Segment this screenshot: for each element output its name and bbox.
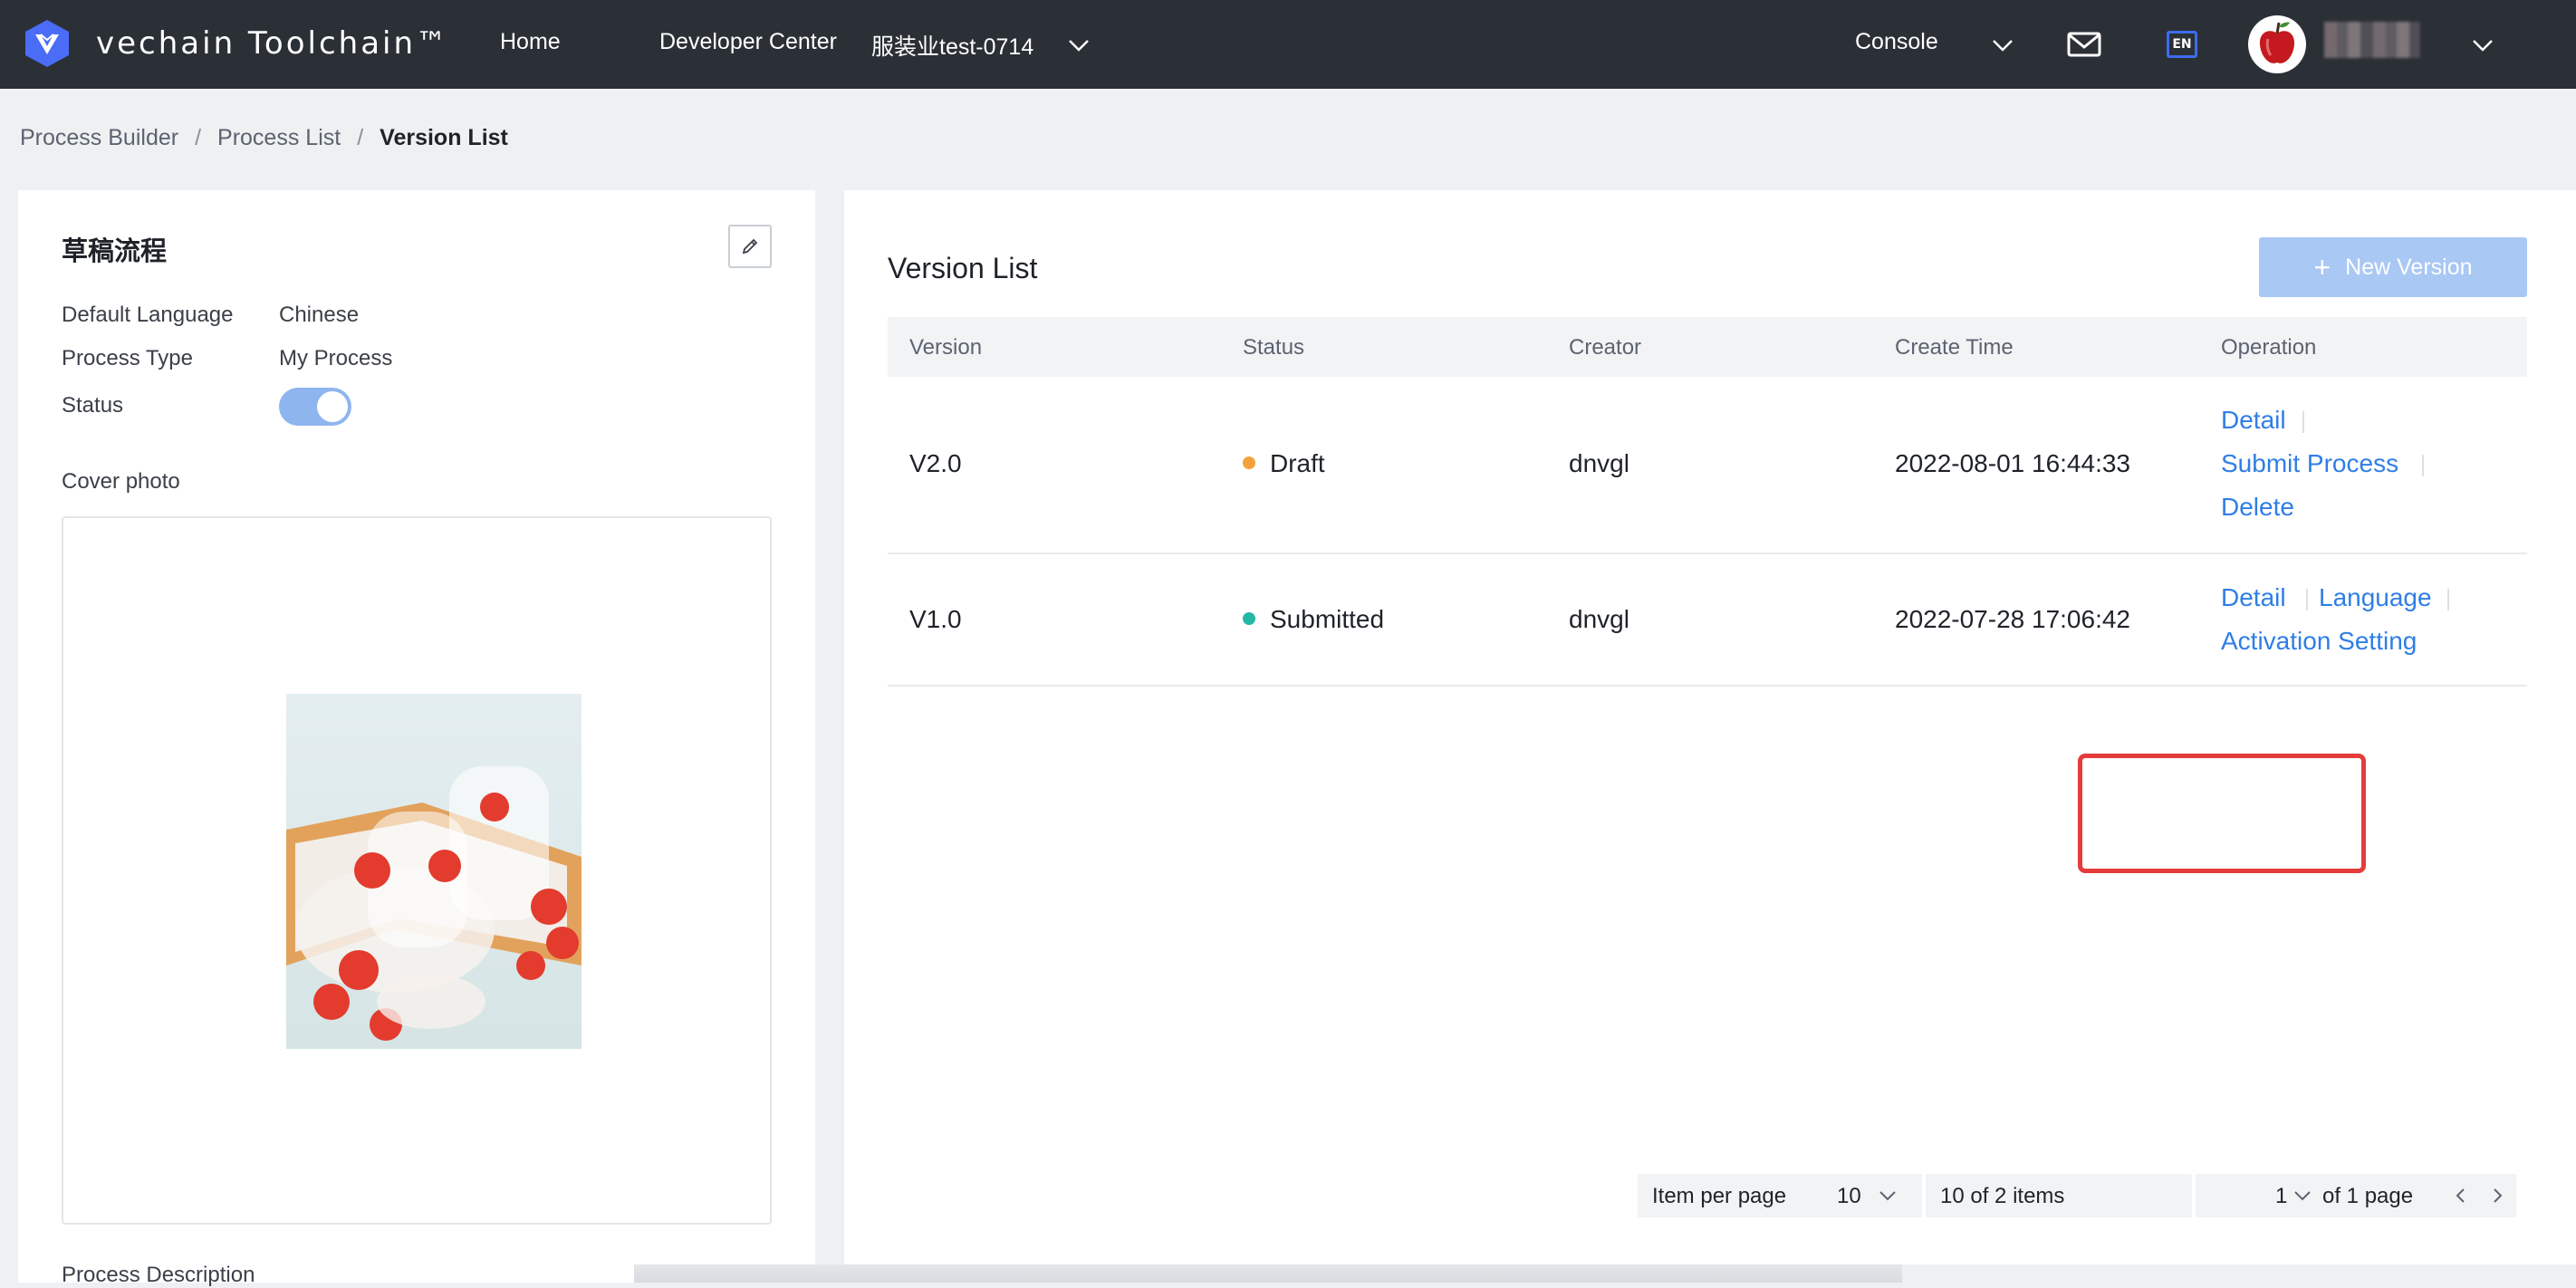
toggle-knob: [317, 391, 348, 422]
username-blurred[interactable]: [2324, 22, 2420, 58]
nav-home[interactable]: Home: [500, 29, 561, 55]
breadcrumb-separator: /: [195, 125, 202, 150]
process-title: 草稿流程: [62, 237, 168, 266]
submit-process-link[interactable]: Submit Process: [2221, 449, 2398, 478]
status-text: Draft: [1270, 449, 1325, 477]
creator-cell: dnvgl: [1569, 449, 1629, 477]
status-toggle[interactable]: [279, 388, 351, 426]
language-icon[interactable]: EN: [2167, 31, 2197, 58]
chevron-down-icon[interactable]: [2293, 1189, 2312, 1202]
page-navigation: 1 of 1 page: [2196, 1174, 2516, 1217]
chevron-down-icon: [1879, 1191, 1896, 1201]
status-dot-icon: [1243, 457, 1255, 469]
process-description-label: Process Description: [62, 1263, 255, 1287]
new-version-button[interactable]: + New Version: [2259, 237, 2527, 297]
activation-setting-link[interactable]: Activation Setting: [2221, 627, 2417, 656]
chevron-down-icon[interactable]: [2471, 38, 2494, 53]
current-page-select[interactable]: 1: [2275, 1184, 2287, 1209]
cover-photo-image: [286, 694, 582, 1049]
column-header-status: Status: [1243, 335, 1305, 360]
status-text: Submitted: [1270, 605, 1385, 633]
table-header: Version Status Creator Create Time Opera…: [888, 317, 2527, 377]
pencil-icon: [742, 238, 758, 255]
item-range: 10 of 2 items: [1926, 1174, 2192, 1217]
default-language-value: Chinese: [279, 303, 360, 327]
column-header-create-time: Create Time: [1895, 335, 2014, 360]
items-per-page-label: Item per page: [1652, 1184, 1787, 1208]
bottom-overlay-edge: [634, 1264, 1902, 1283]
chevron-down-icon[interactable]: [1067, 38, 1091, 53]
chevron-left-icon[interactable]: [2455, 1187, 2467, 1205]
status-cell: Draft: [1243, 449, 1325, 478]
breadcrumb-process-builder[interactable]: Process Builder: [20, 125, 178, 151]
avatar[interactable]: [2248, 15, 2306, 73]
console-menu[interactable]: Console: [1855, 29, 1938, 55]
creator-cell: dnvgl: [1569, 605, 1629, 633]
breadcrumb-version-list: Version List: [380, 125, 508, 150]
version-list-title: Version List: [888, 252, 1038, 284]
version-list-panel: Version List + New Version Version Status…: [844, 190, 2576, 1264]
chevron-down-icon[interactable]: [1991, 38, 2014, 53]
status-label: Status: [62, 393, 124, 418]
item-range-text: 10 of 2 items: [1940, 1184, 2065, 1208]
mail-icon[interactable]: [2067, 32, 2101, 57]
column-header-operation: Operation: [2221, 335, 2317, 360]
nav-developer-center[interactable]: Developer Center: [659, 29, 837, 55]
cover-photo-frame[interactable]: [62, 516, 772, 1225]
version-cell: V2.0: [909, 449, 962, 477]
vechain-logo-icon[interactable]: [25, 20, 69, 67]
breadcrumb: Process Builder / Process List / Version Lis…: [20, 125, 508, 151]
version-table: Version Status Creator Create Time Opera…: [888, 317, 2527, 687]
items-per-page-select[interactable]: Item per page 10: [1638, 1174, 1922, 1217]
column-header-version: Version: [909, 335, 983, 360]
breadcrumb-process-list[interactable]: Process List: [217, 125, 341, 151]
chevron-right-icon[interactable]: [2491, 1187, 2504, 1205]
operation-divider: [2302, 411, 2304, 433]
create-time-cell: 2022-07-28 17:06:42: [1895, 605, 2130, 633]
cover-photo-label: Cover photo: [62, 469, 180, 494]
top-navigation-bar: vechain Toolchain™ Home Developer Center…: [0, 0, 2576, 89]
operation-divider: [2422, 455, 2424, 476]
new-version-label: New Version: [2345, 255, 2473, 280]
edit-process-button[interactable]: [728, 225, 772, 268]
detail-link[interactable]: Detail: [2221, 583, 2286, 612]
column-header-creator: Creator: [1569, 335, 1642, 360]
status-cell: Submitted: [1243, 605, 1384, 634]
process-type-value: My Process: [279, 346, 393, 370]
total-pages-text: of 1 page: [2322, 1184, 2414, 1208]
delete-link[interactable]: Delete: [2221, 493, 2294, 522]
status-dot-icon: [1243, 612, 1255, 625]
table-row: V1.0 Submitted dnvgl 2022-07-28 17:06:42…: [888, 554, 2527, 687]
operation-divider: [2447, 589, 2449, 610]
items-per-page-value: 10: [1837, 1184, 1861, 1208]
workspace-selector[interactable]: 服装业test-0714: [871, 29, 1033, 62]
version-cell: V1.0: [909, 605, 962, 633]
process-type-label: Process Type: [62, 346, 193, 370]
brand-wordmark[interactable]: vechain Toolchain™: [96, 25, 449, 62]
plus-icon: +: [2313, 251, 2331, 284]
operation-divider: [2306, 589, 2308, 610]
apple-avatar-icon: [2259, 22, 2295, 63]
process-info-panel: 草稿流程 Default Language Chinese Process Ty…: [18, 190, 815, 1287]
breadcrumb-separator: /: [357, 125, 364, 150]
default-language-label: Default Language: [62, 303, 234, 327]
table-row: V2.0 Draft dnvgl 2022-08-01 16:44:33 Det…: [888, 377, 2527, 554]
language-link[interactable]: Language: [2319, 583, 2432, 612]
highlight-annotation: [2078, 754, 2366, 873]
create-time-cell: 2022-08-01 16:44:33: [1895, 449, 2130, 477]
detail-link[interactable]: Detail: [2221, 406, 2286, 435]
